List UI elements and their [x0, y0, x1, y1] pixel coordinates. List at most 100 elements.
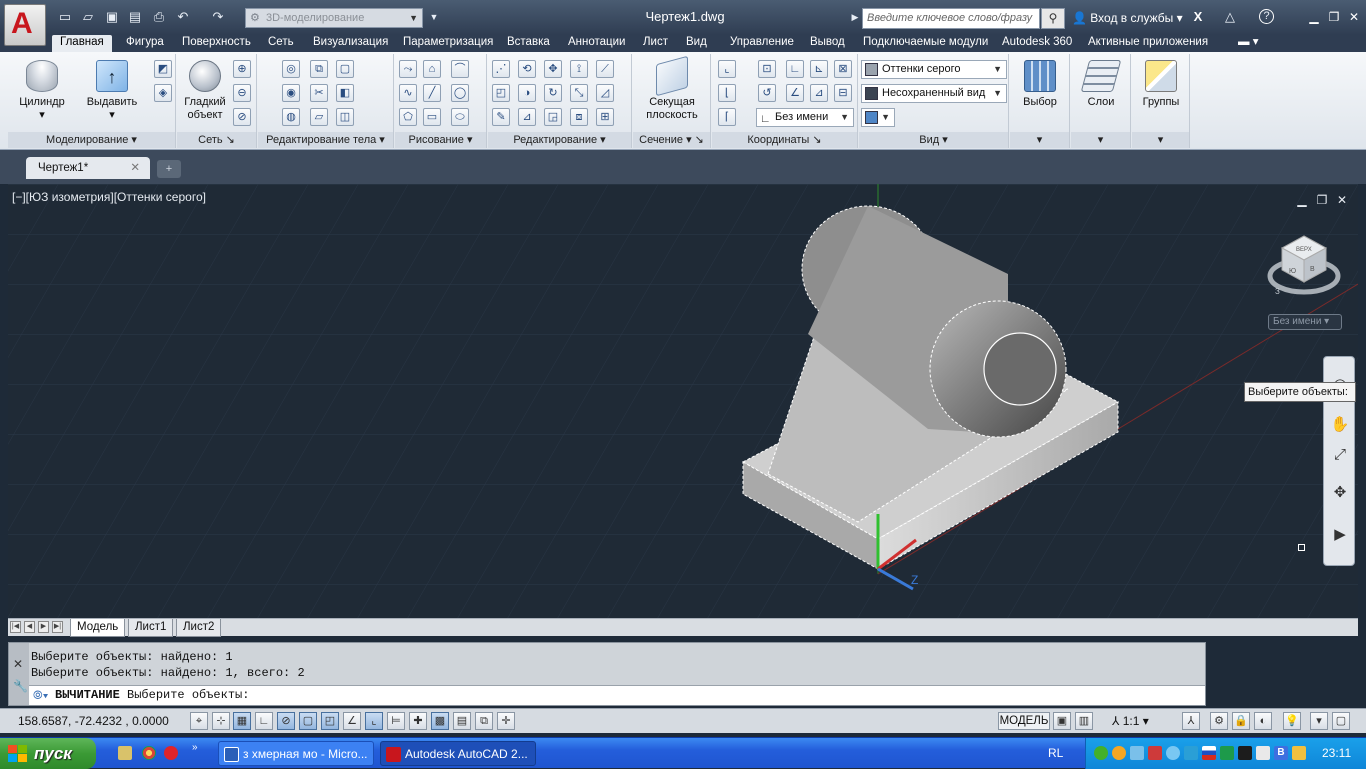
tab-autodesk-360[interactable]: Autodesk 360: [1002, 35, 1072, 52]
chrome-icon[interactable]: [142, 746, 156, 760]
save-as-icon[interactable]: ▤: [127, 9, 143, 25]
ucs-3point-icon[interactable]: ⊾: [810, 60, 828, 78]
extrude-button[interactable]: ↑ Выдавить ▾: [82, 60, 142, 122]
scale-icon[interactable]: ⤡: [570, 84, 588, 102]
panel-label-solid-editing[interactable]: Редактирование тела ▾: [258, 132, 393, 148]
viewport-restore-icon[interactable]: ❐: [1315, 194, 1329, 206]
zoom-extents-icon[interactable]: ⤢: [1330, 445, 1350, 465]
fillet-edge-icon[interactable]: ◰: [492, 84, 510, 102]
last-layout-icon[interactable]: ▶|: [52, 621, 63, 633]
tab-layout[interactable]: Лист: [643, 35, 668, 52]
panel-label-draw[interactable]: Рисование ▾: [395, 132, 486, 148]
open-file-icon[interactable]: ▱: [80, 9, 96, 25]
binoculars-icon[interactable]: ⚲: [1041, 8, 1065, 29]
3d-move-icon[interactable]: ✥: [544, 60, 562, 78]
slice-icon[interactable]: ✂: [310, 84, 328, 102]
arc-icon[interactable]: ⌒: [451, 60, 469, 78]
smooth-less-icon[interactable]: ⊖: [233, 84, 251, 102]
more-quicklaunch-icon[interactable]: »: [192, 742, 198, 753]
start-button[interactable]: пуск: [0, 738, 96, 769]
drawing-viewport[interactable]: Z ВЕРХ Ю В З [−][ЮЗ изометрия][Оттенки с…: [8, 184, 1358, 618]
cylinder-button[interactable]: Цилиндр ▾: [16, 60, 68, 122]
union-icon[interactable]: ◎: [282, 60, 300, 78]
array-icon[interactable]: ⋰: [492, 60, 510, 78]
panel-label-layers[interactable]: ▾: [1071, 132, 1130, 148]
annotation-visibility-icon[interactable]: ⅄: [1182, 712, 1200, 730]
panel-label-view[interactable]: Вид ▾: [859, 132, 1008, 148]
viewport-close-icon[interactable]: ✕: [1335, 194, 1349, 206]
close-tab-icon[interactable]: ✕: [130, 157, 140, 179]
panel-label-groups[interactable]: ▾: [1132, 132, 1189, 148]
selection-cycling-icon[interactable]: ⧉: [475, 712, 493, 730]
command-input[interactable]: ⦾▾ ВЫЧИТАНИЕ Выберите объекты:: [29, 685, 1205, 705]
tab-home[interactable]: Главная: [52, 35, 112, 52]
tray-icon-2[interactable]: [1112, 746, 1126, 760]
close-icon[interactable]: ✕: [13, 657, 23, 671]
layers-button[interactable]: Слои: [1075, 60, 1127, 109]
ucs-z-icon[interactable]: ⊿: [810, 84, 828, 102]
clean-screen-icon[interactable]: ▢: [1332, 712, 1350, 730]
tray-icon-1[interactable]: [1094, 746, 1108, 760]
ucs-view-icon[interactable]: ⊟: [834, 84, 852, 102]
separate-icon[interactable]: ◫: [336, 108, 354, 126]
named-view-combo[interactable]: Несохраненный вид ▼: [861, 84, 1007, 103]
exchange-icon[interactable]: X: [1190, 9, 1206, 25]
copy-icon[interactable]: ⧈: [570, 108, 588, 126]
object-snap-icon[interactable]: ▢: [299, 712, 317, 730]
isolate-objects-icon[interactable]: 💡: [1283, 712, 1301, 730]
help-icon[interactable]: ?: [1259, 9, 1274, 24]
ucs-named-icon[interactable]: ⊠: [834, 60, 852, 78]
tray-icon-4[interactable]: [1148, 746, 1162, 760]
redo-icon[interactable]: ↷: [210, 9, 226, 25]
document-tab[interactable]: Чертеж1* ✕: [26, 157, 150, 179]
ucs-face-icon[interactable]: ⌈: [718, 108, 736, 126]
viewport-controls-label[interactable]: [−][ЮЗ изометрия][Оттенки серого]: [12, 190, 206, 204]
search-input[interactable]: Введите ключевое слово/фразу: [862, 8, 1040, 29]
rectangle-icon[interactable]: ▭: [423, 108, 441, 126]
autodesk-360-icon[interactable]: △: [1222, 9, 1238, 25]
refine-mesh-icon[interactable]: ⊘: [233, 108, 251, 126]
wrench-icon[interactable]: 🔧: [13, 679, 28, 693]
tab-mesh[interactable]: Сеть: [268, 35, 294, 52]
tab-manage[interactable]: Управление: [730, 35, 794, 52]
explode-icon[interactable]: ⟋: [596, 60, 614, 78]
subtract-icon[interactable]: ◉: [282, 84, 300, 102]
grid-display-icon[interactable]: ▦: [233, 712, 251, 730]
language-indicator[interactable]: RL: [1048, 746, 1063, 760]
ucs-y-icon[interactable]: ∠: [786, 84, 804, 102]
smooth-object-button[interactable]: Гладкий объект: [179, 60, 231, 122]
annotation-monitor-icon[interactable]: ✛: [497, 712, 515, 730]
restore-icon[interactable]: ❐: [1326, 10, 1342, 24]
offset-icon[interactable]: ◿: [596, 84, 614, 102]
new-tab-button[interactable]: +: [157, 160, 181, 178]
section-plane-button[interactable]: Секущая плоскость: [637, 55, 707, 122]
new-file-icon[interactable]: ▭: [57, 9, 73, 25]
tab-layout2[interactable]: Лист2: [176, 619, 222, 637]
ucs-x-icon[interactable]: ⌊: [718, 84, 736, 102]
status-menu-icon[interactable]: ▾: [1310, 712, 1328, 730]
tray-icon-10[interactable]: [1292, 746, 1306, 760]
ucs-icon[interactable]: ⌞: [718, 60, 736, 78]
quicklaunch-folder-icon[interactable]: [118, 746, 132, 760]
quick-access-dropdown-icon[interactable]: ▼: [426, 9, 442, 25]
panel-label-modify[interactable]: Редактирование ▾: [488, 132, 631, 148]
3d-rotate-icon[interactable]: ⟲: [518, 60, 536, 78]
opera-icon[interactable]: [164, 746, 178, 760]
tray-icon-3[interactable]: [1130, 746, 1144, 760]
prev-layout-icon[interactable]: ◀: [24, 621, 35, 633]
tab-model[interactable]: Модель: [70, 619, 126, 637]
polygon-icon[interactable]: ⬠: [399, 108, 417, 126]
erase-icon[interactable]: ✎: [492, 108, 510, 126]
tab-shape[interactable]: Фигура: [126, 35, 164, 52]
tab-output[interactable]: Вывод: [810, 35, 845, 52]
ellipse-icon[interactable]: ⬭: [451, 108, 469, 126]
snap-mode-icon[interactable]: ⊹: [212, 712, 230, 730]
lock-icon[interactable]: 🔒: [1232, 712, 1250, 730]
visual-style-combo[interactable]: Оттенки серого ▼: [861, 60, 1007, 79]
tab-layout1[interactable]: Лист1: [128, 619, 174, 637]
hardware-acceleration-icon[interactable]: ◐: [1254, 712, 1272, 730]
ortho-mode-icon[interactable]: ∟: [255, 712, 273, 730]
rotate-icon[interactable]: ↻: [544, 84, 562, 102]
polyline-icon[interactable]: ⤳: [399, 60, 417, 78]
tab-surface[interactable]: Поверхность: [182, 35, 251, 52]
